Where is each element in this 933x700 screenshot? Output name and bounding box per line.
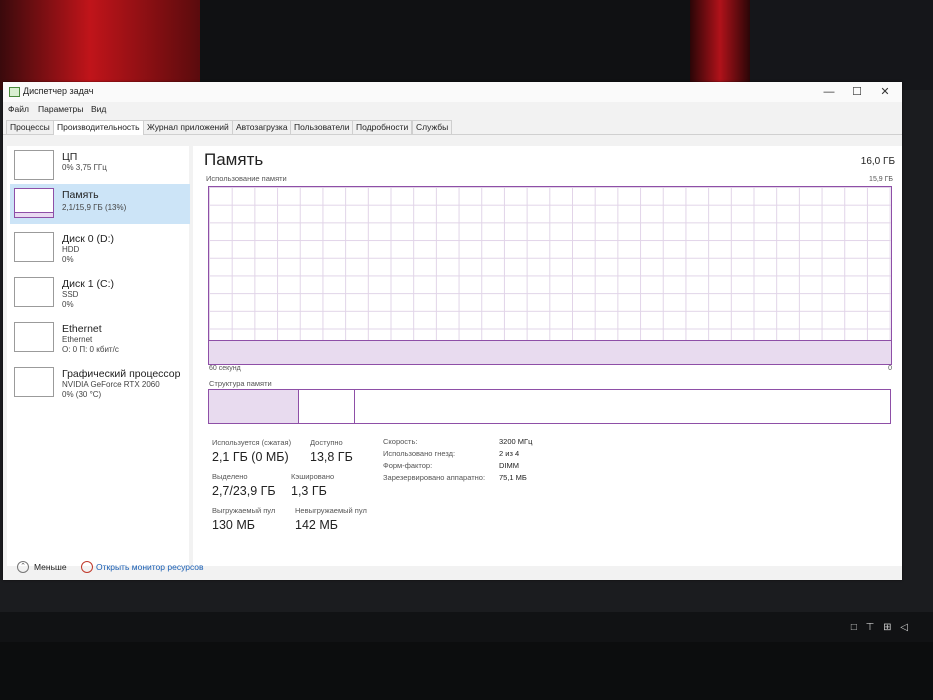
stat-nonpaged-value: 142 МБ	[295, 518, 338, 532]
memory-usage-graph	[208, 186, 892, 365]
structure-label: Структура памяти	[209, 379, 272, 388]
detail-slots-label: Использовано гнезд:	[383, 449, 456, 458]
background-red-light-right	[690, 0, 750, 90]
stat-in-use-label: Используется (сжатая)	[212, 438, 292, 447]
stat-in-use-value: 2,1 ГБ (0 МБ)	[212, 450, 289, 464]
sidebar-item-detail: 2,1/15,9 ГБ (13%)	[62, 203, 127, 212]
graph-time-right: 0	[888, 365, 892, 372]
memory-thumbnail-graph	[14, 188, 54, 218]
sidebar-item-disk0[interactable]: Диск 0 (D:) HDD 0%	[10, 228, 190, 268]
detail-reserved-value: 75,1 МБ	[499, 473, 527, 482]
task-manager-window: Диспетчер задач — ☐ ✕ Файл Параметры Вид…	[3, 82, 902, 580]
background-red-light	[0, 0, 200, 90]
stat-committed-value: 2,7/23,9 ГБ	[212, 484, 276, 498]
stat-nonpaged-label: Невыгружаемый пул	[295, 506, 367, 515]
tab-details[interactable]: Подробности	[352, 120, 413, 134]
detail-form-factor-value: DIMM	[499, 461, 519, 470]
title-bar[interactable]: Диспетчер задач — ☐ ✕	[3, 82, 902, 102]
usage-graph-label: Использование памяти	[206, 174, 287, 183]
stat-paged-label: Выгружаемый пул	[212, 506, 276, 515]
sidebar-item-title: Диск 0 (D:)	[62, 233, 114, 245]
ethernet-thumbnail-graph	[14, 322, 54, 352]
chevron-up-icon[interactable]: ⌃	[17, 561, 29, 573]
disk1-thumbnail-graph	[14, 277, 54, 307]
maximize-button[interactable]: ☐	[842, 84, 872, 100]
tab-performance[interactable]: Производительность	[53, 120, 144, 135]
stat-available-value: 13,8 ГБ	[310, 450, 353, 464]
memory-usage-fill	[209, 340, 891, 364]
footer-bar: ⌃ Меньше Открыть монитор ресурсов	[3, 556, 902, 580]
sidebar-item-gpu[interactable]: Графический процессор NVIDIA GeForce RTX…	[10, 363, 190, 403]
sidebar-item-title: Память	[62, 189, 99, 201]
tab-services[interactable]: Службы	[412, 120, 453, 134]
graph-time-left: 60 секунд	[209, 365, 241, 372]
close-button[interactable]: ✕	[870, 84, 900, 100]
sidebar-item-memory[interactable]: Память 2,1/15,9 ГБ (13%)	[10, 184, 190, 224]
detail-slots-value: 2 из 4	[499, 449, 520, 458]
sidebar-item-ethernet[interactable]: Ethernet Ethernet О: 0 П: 0 кбит/с	[10, 318, 190, 358]
sidebar-item-title: Диск 1 (C:)	[62, 278, 114, 290]
menu-file[interactable]: Файл	[8, 104, 29, 114]
sidebar-item-detail: 0%	[62, 300, 74, 309]
gpu-thumbnail-graph	[14, 367, 54, 397]
stat-paged-value: 130 МБ	[212, 518, 255, 532]
sidebar-item-title: Ethernet	[62, 323, 102, 335]
minimize-button[interactable]: —	[814, 84, 844, 100]
tab-processes[interactable]: Процессы	[6, 120, 54, 134]
background-dark	[200, 0, 690, 90]
structure-in-use-segment	[209, 390, 299, 423]
sidebar-item-type: HDD	[62, 245, 80, 254]
stat-cached-value: 1,3 ГБ	[291, 484, 327, 498]
sidebar-item-cpu[interactable]: ЦП 0% 3,75 ГГц	[10, 146, 190, 186]
menu-view[interactable]: Вид	[91, 104, 106, 114]
memory-structure-bar	[208, 389, 891, 424]
performance-sidebar: ЦП 0% 3,75 ГГц Память 2,1/15,9 ГБ (13%) …	[7, 146, 190, 566]
sidebar-item-detail: О: 0 П: 0 кбит/с	[62, 345, 119, 354]
sidebar-item-disk1[interactable]: Диск 1 (C:) SSD 0%	[10, 273, 190, 313]
memory-panel: Память 16,0 ГБ Использование памяти 15,9…	[193, 146, 902, 566]
tab-users[interactable]: Пользователи	[290, 120, 354, 134]
sidebar-item-type: Ethernet	[62, 335, 93, 344]
windows-taskbar	[0, 612, 933, 642]
detail-speed-label: Скорость:	[383, 437, 418, 446]
detail-reserved-label: Зарезервировано аппаратно:	[383, 473, 486, 482]
task-manager-icon	[9, 87, 20, 97]
window-title: Диспетчер задач	[23, 86, 94, 96]
tab-startup[interactable]: Автозагрузка	[232, 120, 292, 134]
menu-options[interactable]: Параметры	[38, 104, 83, 114]
desk-surface	[0, 642, 933, 700]
panel-title: Память	[204, 150, 264, 169]
open-resource-monitor-link[interactable]: Открыть монитор ресурсов	[96, 562, 204, 572]
fewer-details-button[interactable]: Меньше	[34, 562, 67, 572]
tab-app-history[interactable]: Журнал приложений	[143, 120, 233, 134]
tab-bar: Процессы Производительность Журнал прило…	[3, 118, 902, 135]
structure-modified-segment	[298, 390, 356, 423]
resource-monitor-icon[interactable]	[81, 561, 93, 573]
sidebar-item-detail: 0% 3,75 ГГц	[62, 163, 107, 172]
sidebar-item-detail: 0% (30 °C)	[62, 390, 102, 399]
sidebar-item-title: Графический процессор	[62, 368, 181, 380]
detail-speed-value: 3200 МГц	[499, 437, 533, 446]
stat-cached-label: Кэшировано	[291, 472, 335, 481]
usage-graph-max: 15,9 ГБ	[869, 176, 893, 183]
menu-bar: Файл Параметры Вид	[3, 102, 902, 116]
sidebar-item-type: NVIDIA GeForce RTX 2060	[62, 380, 160, 389]
disk0-thumbnail-graph	[14, 232, 54, 262]
memory-total: 16,0 ГБ	[860, 156, 895, 167]
sidebar-item-detail: 0%	[62, 255, 74, 264]
sidebar-item-type: SSD	[62, 290, 79, 299]
system-tray-icons[interactable]: □ ⊤ ⊞ ◁	[851, 622, 911, 633]
detail-form-factor-label: Форм-фактор:	[383, 461, 433, 470]
stat-committed-label: Выделено	[212, 472, 248, 481]
stat-available-label: Доступно	[310, 438, 343, 447]
cpu-thumbnail-graph	[14, 150, 54, 180]
background-dark-right	[750, 0, 933, 90]
sidebar-item-title: ЦП	[62, 151, 78, 163]
